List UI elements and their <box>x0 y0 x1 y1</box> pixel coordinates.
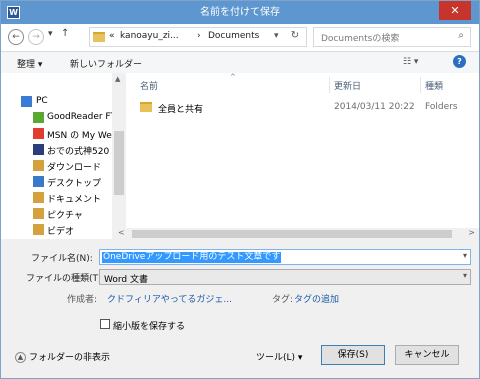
filetype-value: Word 文書 <box>104 275 148 285</box>
tools-dropdown[interactable]: ツール(L) ▾ <box>256 350 302 363</box>
scroll-left-icon[interactable]: < <box>118 228 125 237</box>
search-input[interactable]: Documentsの検索 <box>321 31 399 44</box>
file-name: 全員と共有 <box>158 105 204 115</box>
sidebar-item-label: ピクチャ <box>47 211 83 221</box>
breadcrumb-overflow[interactable]: « <box>109 31 115 41</box>
sort-indicator-icon: ^ <box>230 73 236 81</box>
column-divider[interactable] <box>420 77 421 93</box>
sidebar-item-desktop[interactable]: デスクトップ <box>1 173 112 190</box>
filename-field[interactable]: OneDriveアップロード用のテスト文章です ▾ <box>99 249 471 265</box>
sidebar-item-label: デスクトップ <box>47 179 102 189</box>
filename-label: ファイル名(N): <box>31 254 93 264</box>
dialog-title: 名前を付けて保存 <box>200 7 280 18</box>
downloads-icon <box>33 160 44 171</box>
pc-icon <box>21 96 32 107</box>
sidebar-item-msn[interactable]: MSN の My Web <box>1 125 112 142</box>
sidebar-item-label: PC <box>36 96 48 106</box>
new-folder-button[interactable]: 新しいフォルダー <box>70 57 142 70</box>
sidebar-item-label: MSN の My Web <box>47 131 113 141</box>
sidebar-item-label: ダウンロード <box>47 163 102 173</box>
videos-icon <box>33 224 44 235</box>
tags-add-link[interactable]: タグの追加 <box>294 292 339 305</box>
sidebar-item-goodreader[interactable]: GoodReader FT <box>1 109 112 126</box>
recent-locations-button[interactable]: ▾ <box>48 29 53 39</box>
scroll-right-icon[interactable]: > <box>468 228 475 237</box>
sidebar-item-label: ドキュメント <box>47 195 102 205</box>
column-header-name[interactable]: 名前 <box>140 79 158 92</box>
scroll-thumb[interactable] <box>132 230 452 238</box>
refresh-button[interactable]: ↻ <box>286 30 304 44</box>
organize-button[interactable]: 整理 ▾ <box>17 57 42 70</box>
save-thumbnail-label[interactable]: 縮小版を保存する <box>113 319 185 332</box>
save-thumbnail-checkbox[interactable] <box>100 319 110 329</box>
goodreader-icon <box>33 112 44 123</box>
horizontal-scrollbar[interactable]: < > <box>112 228 479 240</box>
msn-icon <box>33 128 44 139</box>
breadcrumb-current[interactable]: Documents <box>208 31 259 41</box>
hide-folders-label: フォルダーの非表示 <box>29 353 111 363</box>
address-dropdown-button[interactable]: ▾ <box>274 31 279 41</box>
sidebar-item-phone[interactable]: おでの式神520 <box>1 141 112 158</box>
file-row[interactable]: 全員と共有 2014/03/11 20:22 Folders <box>132 99 472 117</box>
search-box[interactable]: Documentsの検索 ⌕ <box>313 27 471 47</box>
navigation-pane-scrollbar[interactable]: ▲ ▼ <box>112 73 126 239</box>
forward-button[interactable]: → <box>28 29 44 45</box>
sidebar-item-pc[interactable]: PC <box>1 93 112 110</box>
breadcrumb-parent[interactable]: kanoayu_zi... <box>120 31 179 41</box>
scroll-thumb[interactable] <box>114 131 124 195</box>
chevron-down-icon[interactable]: ▾ <box>463 271 467 280</box>
sidebar-item-music[interactable]: ミュージック <box>1 236 112 239</box>
back-button[interactable]: ← <box>8 29 24 45</box>
breadcrumb-separator: › <box>197 31 201 41</box>
column-header-date[interactable]: 更新日 <box>334 79 361 92</box>
filetype-select[interactable]: Word 文書 ▾ <box>99 269 471 285</box>
sidebar-item-pictures[interactable]: ピクチャ <box>1 205 112 222</box>
sidebar-item-label: おでの式神520 <box>47 147 110 157</box>
help-icon[interactable]: ? <box>453 55 466 68</box>
save-button[interactable]: 保存(S) <box>321 345 385 365</box>
close-button[interactable]: ✕ <box>439 1 471 20</box>
pictures-icon <box>33 208 44 219</box>
title-bar: W 名前を付けて保存 ✕ <box>1 1 479 24</box>
filename-input[interactable]: OneDriveアップロード用のテスト文章です <box>102 252 282 263</box>
tags-label: タグ: <box>272 295 294 305</box>
filetype-label: ファイルの種類(T): <box>26 274 105 284</box>
chevron-down-icon[interactable]: ▾ <box>463 251 467 260</box>
cancel-button[interactable]: キャンセル <box>395 345 459 365</box>
folder-icon <box>93 32 105 42</box>
search-icon[interactable]: ⌕ <box>458 30 464 41</box>
sidebar-item-label: GoodReader FT <box>47 112 113 122</box>
scroll-up-icon[interactable]: ▲ <box>115 75 120 83</box>
up-button[interactable]: ↑ <box>61 28 69 39</box>
file-list: ^ 名前 更新日 種類 全員と共有 2014/03/11 20:22 Folde… <box>126 73 479 239</box>
column-divider[interactable] <box>329 77 330 93</box>
documents-icon <box>33 192 44 203</box>
sidebar-item-downloads[interactable]: ダウンロード <box>1 157 112 174</box>
address-bar[interactable]: « kanoayu_zi... › Documents ▾ ↻ <box>89 27 307 47</box>
desktop-icon <box>33 176 44 187</box>
folder-icon <box>140 102 152 112</box>
file-date: 2014/03/11 20:22 <box>334 102 415 112</box>
author-label: 作成者: <box>67 295 98 305</box>
navigation-bar: ← → ▾ ↑ « kanoayu_zi... › Documents ▾ ↻ … <box>1 24 479 52</box>
hide-folders-button[interactable]: ▲ フォルダーの非表示 <box>15 350 110 363</box>
navigation-pane: PC GoodReader FT MSN の My Web おでの式神520 ダウンロー… <box>1 73 113 239</box>
command-bar: 整理 ▾ 新しいフォルダー ☷ ▾ ? <box>1 52 479 74</box>
author-value-link[interactable]: クドフィリアやってるガジェ... <box>107 292 232 305</box>
view-options-button[interactable]: ☷ ▾ <box>403 57 418 67</box>
chevron-up-icon: ▲ <box>15 352 26 363</box>
file-type: Folders <box>425 102 458 112</box>
column-header-type[interactable]: 種類 <box>425 79 443 92</box>
sidebar-item-documents[interactable]: ドキュメント <box>1 189 112 206</box>
save-as-dialog: W 名前を付けて保存 ✕ ← → ▾ ↑ « kanoayu_zi... › D… <box>0 0 480 379</box>
phone-icon <box>33 144 44 155</box>
